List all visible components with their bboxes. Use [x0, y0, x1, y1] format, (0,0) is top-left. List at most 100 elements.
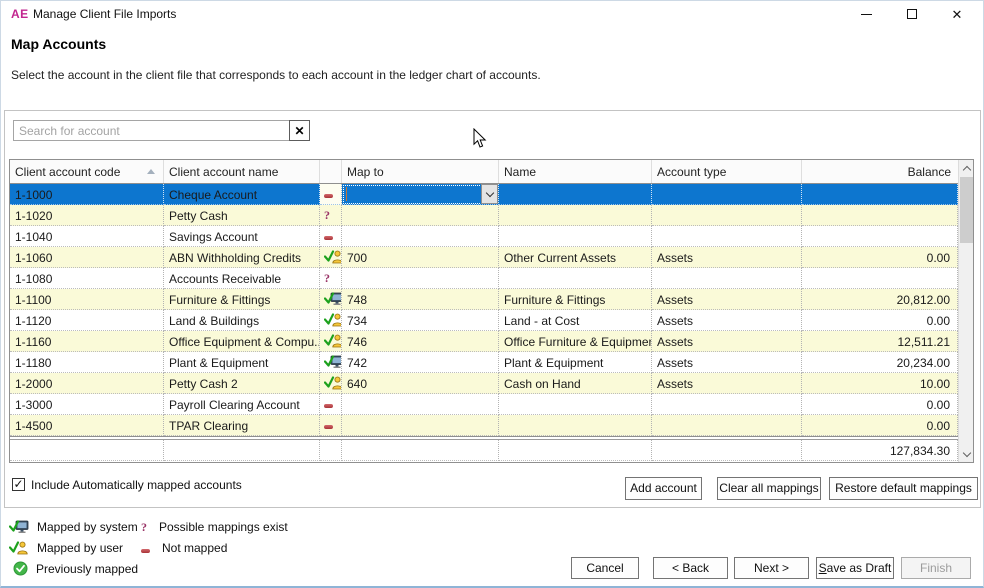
column-header-account-type[interactable]: Account type — [652, 160, 802, 183]
cell-ledger-name — [499, 394, 652, 415]
cell-map-to[interactable]: 748 — [342, 289, 499, 310]
legend-label: Previously mapped — [36, 562, 138, 576]
include-auto-checkbox[interactable]: ✓ — [12, 478, 25, 491]
column-header-label: Map to — [347, 165, 384, 179]
minimize-button[interactable] — [851, 4, 881, 24]
cell-map-to[interactable]: 734 — [342, 310, 499, 331]
column-header-map-to[interactable]: Map to — [342, 160, 499, 183]
cell-ledger-name — [499, 268, 652, 289]
scroll-up-button[interactable] — [959, 160, 974, 176]
cell-balance: 0.00 — [802, 415, 958, 436]
mapped-by-user-icon — [324, 334, 342, 348]
table-row[interactable]: 1-1180Plant & Equipment742Plant & Equipm… — [10, 352, 958, 373]
cell-client-account-code[interactable]: 1-1060 — [10, 247, 164, 268]
save-as-draft-button[interactable]: Save as Draft — [816, 557, 894, 579]
table-row[interactable]: 1-1080Accounts Receivable? — [10, 268, 958, 289]
mapped-by-system-icon — [9, 520, 29, 534]
table-row[interactable]: 1-2000Petty Cash 2640Cash on HandAssets1… — [10, 373, 958, 394]
cell-client-account-code[interactable]: 1-4500 — [10, 415, 164, 436]
cell-client-account-name[interactable]: Plant & Equipment — [164, 352, 320, 373]
vertical-scrollbar[interactable] — [958, 160, 973, 462]
search-input[interactable] — [13, 120, 290, 141]
scrollbar-thumb[interactable] — [960, 177, 973, 243]
table-row[interactable]: 1-1040Savings Account — [10, 226, 958, 247]
cell-client-account-code[interactable]: 1-1180 — [10, 352, 164, 373]
cell-client-account-code[interactable]: 1-1080 — [10, 268, 164, 289]
column-header-name[interactable]: Name — [499, 160, 652, 183]
cell-client-account-code[interactable]: 1-2000 — [10, 373, 164, 394]
cell-map-to[interactable] — [342, 226, 499, 247]
cell-client-account-name[interactable]: Petty Cash 2 — [164, 373, 320, 394]
search-clear-button[interactable]: ✕ — [289, 120, 310, 141]
mapped-by-user-icon — [324, 376, 342, 390]
scroll-down-button[interactable] — [959, 446, 974, 462]
cell-map-to[interactable]: 700 — [342, 247, 499, 268]
column-header-label: Account type — [657, 165, 726, 179]
cell-map-to[interactable]: 746 — [342, 331, 499, 352]
total-row: 127,834.30 — [10, 440, 958, 462]
cell-client-account-name[interactable]: Accounts Receivable — [164, 268, 320, 289]
cell-client-account-name[interactable]: ABN Withholding Credits — [164, 247, 320, 268]
cell-account-type: Assets — [652, 247, 802, 268]
legend-label: Not mapped — [162, 541, 227, 555]
cell-client-account-code[interactable]: 1-1120 — [10, 310, 164, 331]
cell-client-account-name[interactable]: Savings Account — [164, 226, 320, 247]
map-to-combobox[interactable] — [342, 184, 498, 204]
window-title: Manage Client File Imports — [33, 7, 176, 21]
minimize-icon — [861, 14, 872, 15]
table-row[interactable]: 1-1120Land & Buildings734Land - at CostA… — [10, 310, 958, 331]
cell-client-account-name[interactable]: Furniture & Fittings — [164, 289, 320, 310]
cell-client-account-name[interactable]: Land & Buildings — [164, 310, 320, 331]
column-header-client-account-name[interactable]: Client account name — [164, 160, 320, 183]
cell-map-to[interactable] — [342, 268, 499, 289]
cell-map-to[interactable] — [342, 394, 499, 415]
cell-map-to[interactable] — [342, 184, 499, 205]
column-header-balance[interactable]: Balance — [802, 160, 958, 183]
add-account-button[interactable]: Add account — [625, 477, 702, 500]
next-button[interactable]: Next > — [734, 557, 809, 579]
legend-not-mapped: Not mapped — [141, 541, 227, 555]
cell-client-account-name[interactable]: TPAR Clearing — [164, 415, 320, 436]
cell-client-account-code[interactable]: 1-3000 — [10, 394, 164, 415]
cell-client-account-name[interactable]: Cheque Account — [164, 184, 320, 205]
cell-client-account-code[interactable]: 1-1000 — [10, 184, 164, 205]
cell-ledger-name: Other Current Assets — [499, 247, 652, 268]
table-body: 1-1000Cheque Account1-1020Petty Cash?1-1… — [10, 184, 958, 436]
cell-map-to[interactable] — [342, 205, 499, 226]
combo-dropdown-button[interactable] — [481, 184, 498, 204]
cell-client-account-code[interactable]: 1-1040 — [10, 226, 164, 247]
cell-ledger-name: Furniture & Fittings — [499, 289, 652, 310]
cell-client-account-name[interactable]: Payroll Clearing Account — [164, 394, 320, 415]
close-button[interactable]: ✕ — [942, 4, 972, 24]
table-row[interactable]: 1-1000Cheque Account — [10, 184, 958, 205]
maximize-button[interactable] — [897, 4, 927, 24]
cell-map-to[interactable] — [342, 415, 499, 436]
cell-client-account-code[interactable]: 1-1020 — [10, 205, 164, 226]
table-row[interactable]: 1-4500TPAR Clearing 0.00 — [10, 415, 958, 436]
table-row[interactable]: 1-1160Office Equipment & Compu...746Offi… — [10, 331, 958, 352]
cell-ledger-name: Cash on Hand — [499, 373, 652, 394]
clear-all-mappings-button[interactable]: Clear all mappings — [717, 477, 821, 500]
finish-button[interactable]: Finish — [901, 557, 971, 579]
back-button[interactable]: < Back — [653, 557, 728, 579]
cell-map-to[interactable]: 742 — [342, 352, 499, 373]
cell-client-account-code[interactable]: 1-1100 — [10, 289, 164, 310]
cell-client-account-code[interactable]: 1-1160 — [10, 331, 164, 352]
cell-map-to[interactable]: 640 — [342, 373, 499, 394]
cell-balance: 20,234.00 — [802, 352, 958, 373]
column-header-status[interactable] — [320, 160, 342, 183]
cell-mapping-status — [320, 331, 342, 352]
cell-client-account-name[interactable]: Office Equipment & Compu... — [164, 331, 320, 352]
column-header-client-account-code[interactable]: Client account code — [10, 160, 164, 183]
table-header-row: Client account code Client account name … — [10, 160, 958, 184]
table-row[interactable]: 1-1100Furniture & Fittings748Furniture &… — [10, 289, 958, 310]
table-row[interactable]: 1-1020Petty Cash? — [10, 205, 958, 226]
cell-account-type — [652, 184, 802, 205]
cell-balance: 0.00 — [802, 247, 958, 268]
total-cell-ledger-name — [499, 440, 652, 461]
table-row[interactable]: 1-3000Payroll Clearing Account0.00 — [10, 394, 958, 415]
cell-client-account-name[interactable]: Petty Cash — [164, 205, 320, 226]
table-row[interactable]: 1-1060ABN Withholding Credits 700Other Cu… — [10, 247, 958, 268]
cancel-button[interactable]: Cancel — [571, 557, 639, 579]
restore-default-mappings-button[interactable]: Restore default mappings — [829, 477, 978, 500]
